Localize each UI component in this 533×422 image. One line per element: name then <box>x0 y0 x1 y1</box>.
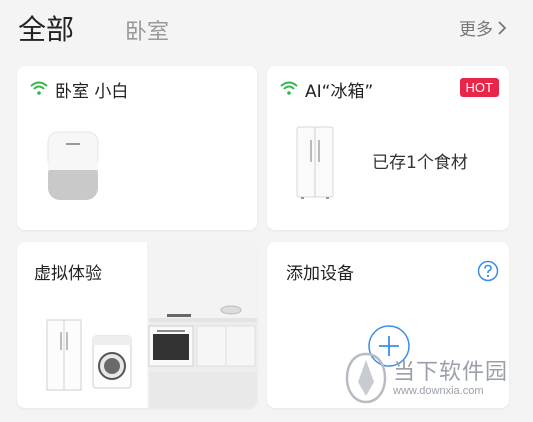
watermark-url: www.downxia.com <box>393 385 484 397</box>
virtual-experience-card[interactable]: 虚拟体验 <box>17 242 257 408</box>
device-title: AI“冰箱” <box>305 82 374 102</box>
watermark: 当下软件园 www.downxia.com <box>345 352 525 404</box>
header-tabs: 全部 卧室 更多 <box>0 0 533 55</box>
tab-all[interactable]: 全部 <box>18 8 74 48</box>
hot-badge: HOT <box>459 78 499 97</box>
device-title: 卧室 小白 <box>55 82 129 102</box>
device-card-bedroom-speaker[interactable]: 卧室 小白 <box>17 66 257 230</box>
tab-bedroom[interactable]: 卧室 <box>125 14 169 46</box>
chevron-right-icon <box>498 20 507 35</box>
more-label: 更多 <box>459 20 493 40</box>
wifi-icon <box>30 81 48 95</box>
wifi-icon <box>280 81 298 95</box>
watermark-logo-icon <box>345 352 387 404</box>
add-device-title: 添加设备 <box>286 264 354 284</box>
smart-speaker-image <box>47 131 99 200</box>
device-card-fridge[interactable]: AI“冰箱” HOT 已存1个食材 <box>267 66 509 230</box>
fridge-image <box>296 126 334 199</box>
help-icon[interactable] <box>477 260 499 282</box>
watermark-text: 当下软件园 <box>393 360 509 385</box>
more-link[interactable]: 更多 <box>459 15 509 40</box>
virtual-experience-title: 虚拟体验 <box>34 264 102 284</box>
food-stored-status: 已存1个食材 <box>372 153 468 173</box>
